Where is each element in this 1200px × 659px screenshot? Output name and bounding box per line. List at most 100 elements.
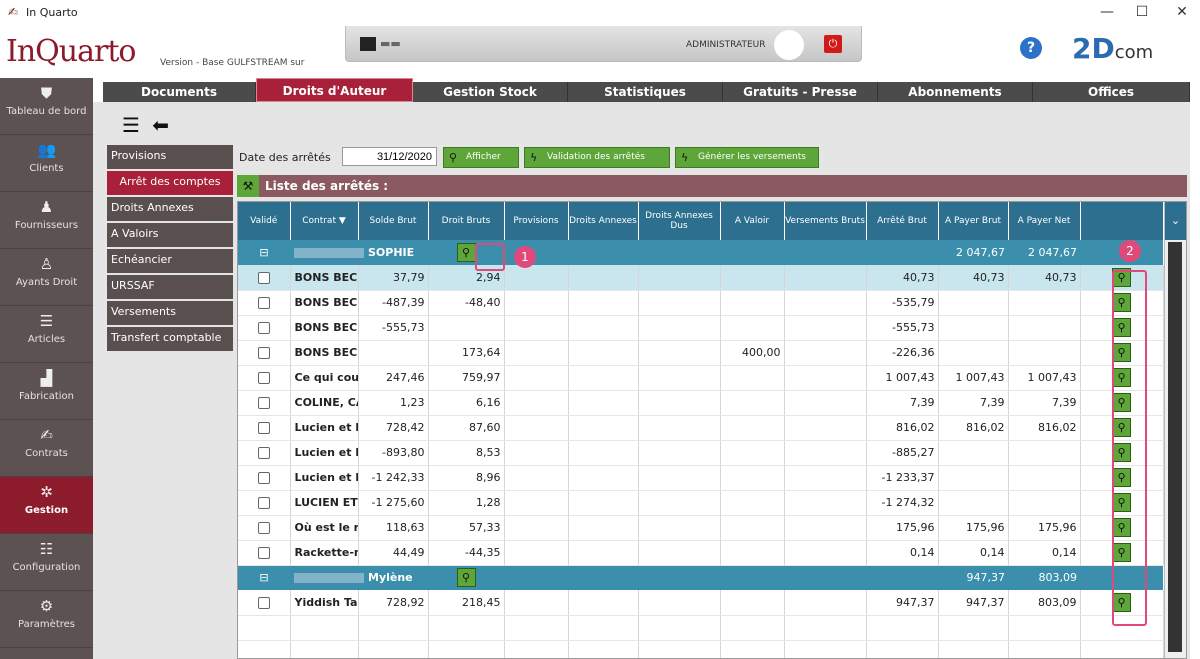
submenu-echeancier[interactable]: Echéancier [107, 249, 233, 273]
table-row[interactable]: BONS BECS-555,73-555,73⚲ [238, 315, 1164, 341]
table-row[interactable]: BONS BECS37,792,9440,7340,7340,73⚲ [238, 265, 1164, 291]
valide-checkbox[interactable] [257, 547, 270, 559]
contrat-cell: BONS BECS [290, 340, 359, 366]
tab-abonnements[interactable]: Abonnements [878, 82, 1033, 102]
arrete-brut-cell: 175,96 [866, 515, 939, 541]
help-icon[interactable]: ? [1020, 37, 1042, 59]
valide-checkbox[interactable] [257, 397, 270, 409]
a-payer-net-cell: 40,73 [1008, 265, 1081, 291]
magnifier-icon[interactable]: ⚲ [456, 243, 476, 262]
col-droits-annexes[interactable]: Droits Annexes [568, 202, 639, 240]
avatar[interactable] [774, 30, 804, 60]
close-button[interactable]: ✕ [1172, 4, 1192, 20]
tab-droits-auteur[interactable]: Droits d'Auteur [256, 78, 413, 102]
tab-statistiques[interactable]: Statistiques [568, 82, 723, 102]
submenu-provisions[interactable]: Provisions [107, 145, 233, 169]
valide-cell [238, 290, 291, 316]
group-row[interactable]: ⊟ Mylène ⚲ 947,37 803,09 [238, 565, 1163, 590]
sidebar-item-tableau-de-bord[interactable]: ⛊ Tableau de bord [0, 78, 93, 135]
collapse-icon[interactable]: ⊟ [238, 240, 290, 265]
table-row[interactable]: LUCIEN ET -1 275,60 1,28 -1 274,32 ⚲ [238, 490, 1164, 516]
tab-gestion-stock[interactable]: Gestion Stock [413, 82, 568, 102]
sidebar-item-fournisseurs[interactable]: ♟ Fournisseurs [0, 192, 93, 249]
square-icon[interactable] [360, 37, 376, 51]
col-a-payer-brut[interactable]: A Payer Brut [938, 202, 1009, 240]
arrete-brut-cell: 947,37 [866, 590, 939, 616]
valide-checkbox[interactable] [257, 347, 270, 359]
sidebar-item-configuration[interactable]: ☷ Configuration [0, 534, 93, 591]
sidebar-item-fabrication[interactable]: ▟ Fabrication [0, 363, 93, 420]
tab-offices[interactable]: Offices [1033, 82, 1190, 102]
valide-checkbox[interactable] [257, 271, 270, 284]
tab-gratuits-presse[interactable]: Gratuits - Presse [723, 82, 878, 102]
sidebar-item-parametres[interactable]: ⚙ Paramètres [0, 591, 93, 648]
submenu-transfert-comptable[interactable]: Transfert comptable [107, 327, 233, 351]
sidebar-item-articles[interactable]: ☰ Articles [0, 306, 93, 363]
valide-checkbox[interactable] [257, 497, 270, 509]
vertical-scrollbar[interactable]: ⌄ [1164, 202, 1186, 658]
valide-checkbox[interactable] [257, 522, 270, 534]
generer-button[interactable]: ϟ Générer les versements [675, 147, 819, 168]
back-arrow-icon[interactable]: ⬅ [152, 113, 169, 137]
versements-bruts-cell [784, 315, 867, 341]
table-row[interactable]: Ce qui coul 247,46 759,97 1 007,43 1 007,43 1… [238, 365, 1164, 391]
table-row[interactable]: Lucien et H -1 242,33 8,96 -1 233,37 ⚲ [238, 465, 1164, 491]
group-row[interactable]: ⊟ SOPHIE ⚲ 2 047,67 2 047,67 [238, 240, 1163, 265]
table-row[interactable]: COLINE, CA 1,23 6,16 7,39 7,39 7,39 ⚲ [238, 390, 1164, 416]
col-a-valoir[interactable]: A Valoir [720, 202, 785, 240]
col-droit-bruts[interactable]: Droit Bruts [428, 202, 505, 240]
valide-checkbox[interactable] [257, 297, 270, 309]
valide-checkbox[interactable] [257, 422, 270, 434]
col-valide[interactable]: Validé [238, 202, 291, 240]
submenu-versements[interactable]: Versements [107, 301, 233, 325]
arrete-brut-cell: -226,36 [866, 340, 939, 366]
table-row[interactable]: Lucien et H 728,42 87,60 816,02 816,02 816,02… [238, 415, 1164, 441]
table-row[interactable]: Lucien et H -893,80 8,53 -885,27 ⚲ [238, 440, 1164, 466]
col-versements-bruts[interactable]: Versements Bruts [784, 202, 867, 240]
table-row[interactable]: Où est le re118,6357,33175,96175,96175,9… [238, 515, 1164, 541]
valide-checkbox[interactable] [257, 596, 270, 609]
filter-icon[interactable]: ▼ [339, 216, 346, 226]
table-row[interactable]: BONS BECS-487,39-48,40-535,79⚲ [238, 290, 1164, 316]
col-contrat[interactable]: Contrat ▼ [290, 202, 359, 240]
scroll-thumb[interactable] [1168, 242, 1182, 652]
submenu-arret-des-comptes[interactable]: Arrêt des comptes [107, 171, 233, 195]
table-row[interactable]: BONS BECS173,64400,00-226,36⚲ [238, 340, 1164, 366]
chevron-down-icon[interactable]: ⌄ [1165, 202, 1186, 240]
valide-checkbox[interactable] [257, 447, 270, 459]
contrat-cell: COLINE, CA [290, 390, 359, 416]
col-solde-brut[interactable]: Solde Brut [358, 202, 429, 240]
maximize-button[interactable]: ☐ [1132, 4, 1152, 20]
sidebar-item-contrats[interactable]: ✍ Contrats [0, 420, 93, 477]
date-input[interactable] [342, 147, 437, 166]
submenu-urssaf[interactable]: URSSAF [107, 275, 233, 299]
sidebar-item-ayants-droit[interactable]: ♙ Ayants Droit [0, 249, 93, 306]
a-payer-net-cell [1008, 440, 1081, 466]
validation-button[interactable]: ϟ Validation des arrêtés [524, 147, 670, 168]
afficher-button[interactable]: ⚲ Afficher [443, 147, 519, 168]
tools-icon[interactable]: ⚒ [237, 175, 259, 197]
col-arrete-brut[interactable]: Arrêté Brut [866, 202, 939, 240]
valide-checkbox[interactable] [257, 472, 270, 484]
magnifier-icon[interactable]: ⚲ [456, 568, 476, 588]
table-row[interactable]: Rackette-m44,49-44,350,140,140,14⚲ [238, 540, 1164, 566]
tab-documents[interactable]: Documents [103, 82, 256, 102]
provisions-cell [504, 390, 569, 416]
collapse-icon[interactable]: ⊟ [238, 565, 290, 590]
sidebar-item-gestion[interactable]: ✲ Gestion [0, 477, 93, 534]
submenu-droits-annexes[interactable]: Droits Annexes [107, 197, 233, 221]
col-a-payer-net[interactable]: A Payer Net [1008, 202, 1081, 240]
col-droits-annexes-dus[interactable]: Droits Annexes Dus [638, 202, 721, 240]
table-row[interactable]: Yiddish Tar 728,92 218,45 947,37 947,37 803,0… [238, 590, 1164, 616]
sidebar-item-clients[interactable]: 👥 Clients [0, 135, 93, 192]
power-icon[interactable]: ⏻ [824, 35, 842, 53]
valide-checkbox[interactable] [257, 322, 270, 334]
col-provisions[interactable]: Provisions [504, 202, 569, 240]
chat-icon[interactable]: ▬▬ [380, 37, 401, 50]
submenu-a-valoirs[interactable]: A Valoirs [107, 223, 233, 247]
users-icon: 👥 [37, 141, 57, 159]
minimize-button[interactable]: — [1097, 4, 1117, 20]
valide-checkbox[interactable] [257, 372, 270, 384]
menu-icon[interactable]: ☰ [122, 113, 140, 137]
solde-brut-cell: 118,63 [358, 515, 429, 541]
